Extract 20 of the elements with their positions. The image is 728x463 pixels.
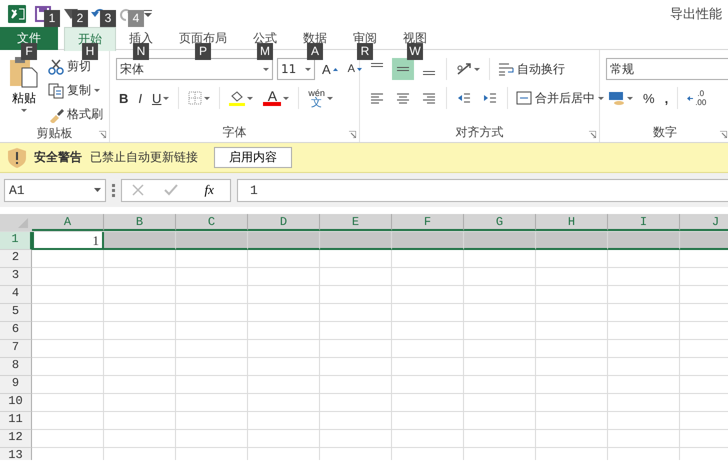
window-title: 导出性能 xyxy=(670,6,723,23)
group-label: 对齐方式 xyxy=(456,124,504,140)
keytip-tooltip: P xyxy=(195,43,211,60)
group-label: 数字 xyxy=(653,124,677,140)
keytip-tooltip: N xyxy=(133,43,149,60)
keytip-tooltip: H xyxy=(82,43,98,60)
keytip-tooltip: 2 xyxy=(72,10,88,27)
keytip-tooltip: F xyxy=(21,43,37,60)
cell-value: 1 xyxy=(32,232,104,250)
keytip-tooltip: W xyxy=(407,43,423,60)
group-label: 字体 xyxy=(222,124,246,140)
warning-title: 安全警告 xyxy=(34,149,82,166)
keytip-tooltip: A xyxy=(307,43,323,60)
group-label: 剪贴板 xyxy=(36,125,72,141)
keytip-tooltip: 3 xyxy=(100,10,116,27)
keytip-tooltip: R xyxy=(357,43,373,60)
warning-message: 已禁止自动更新链接 xyxy=(90,149,198,166)
keytip-tooltip: 1 xyxy=(44,10,60,27)
keytip-tooltip: 4 xyxy=(128,10,144,27)
keytip-tooltip: M xyxy=(257,43,273,60)
